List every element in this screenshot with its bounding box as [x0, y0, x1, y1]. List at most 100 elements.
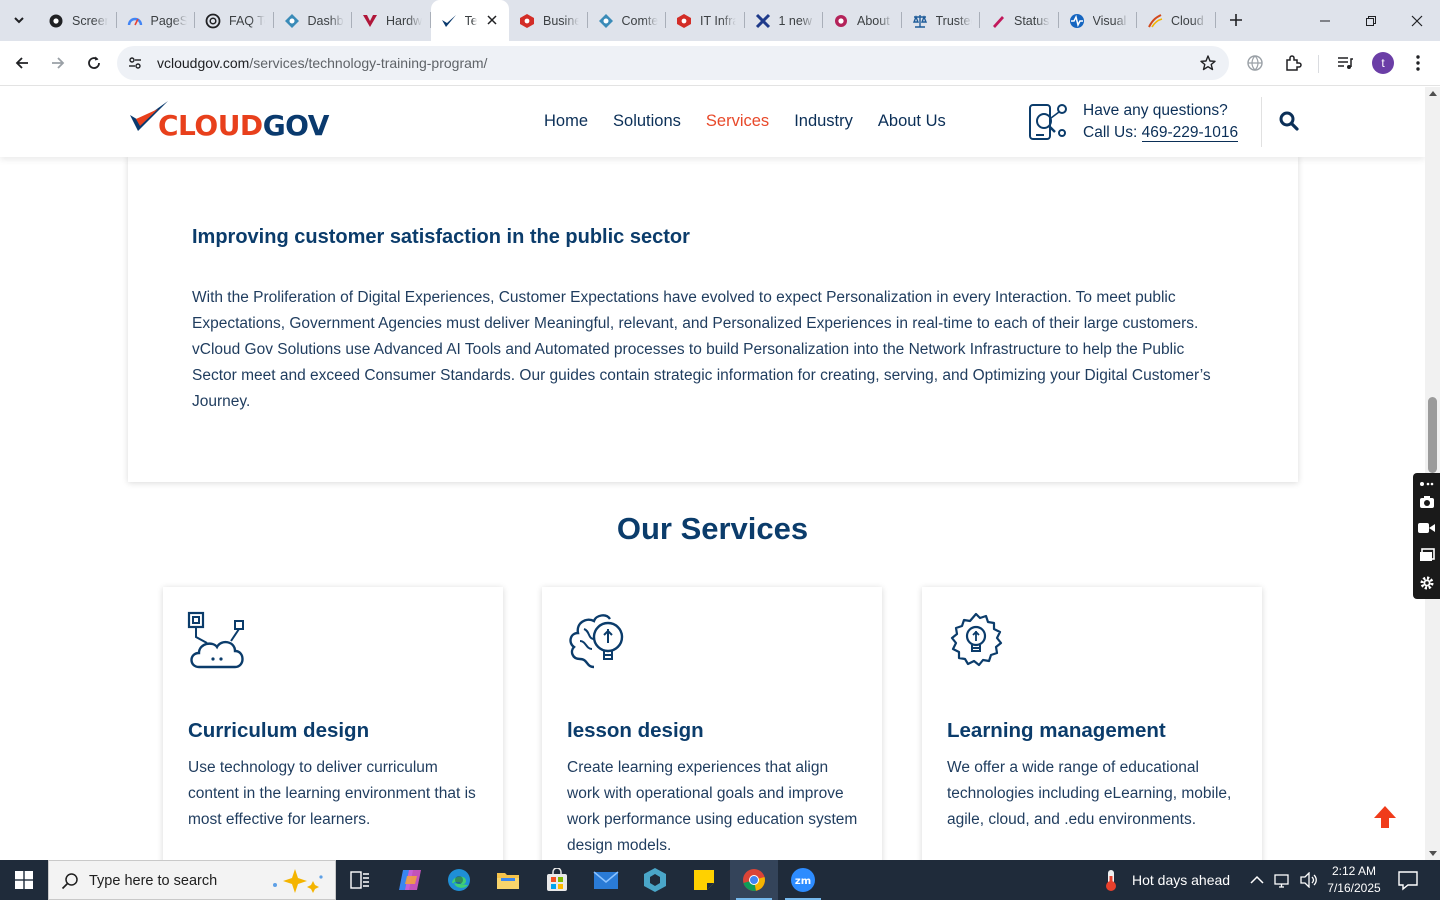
- browser-tab[interactable]: Cloud: [1137, 0, 1216, 41]
- tab-title: Business: [543, 13, 579, 28]
- service-title: lesson design: [567, 719, 704, 742]
- x-cross-icon: [755, 13, 771, 29]
- browser-tab[interactable]: Technology Training Program: [430, 0, 509, 41]
- taskbar-copilot[interactable]: [386, 860, 434, 900]
- scroll-up-arrow[interactable]: [1429, 91, 1437, 96]
- taskbar-store[interactable]: [533, 860, 581, 900]
- close-tab-icon[interactable]: [485, 13, 499, 27]
- url-domain: vcloudgov.com: [157, 55, 250, 71]
- network-icon[interactable]: [1274, 872, 1292, 888]
- browser-tab[interactable]: Visual: [1059, 0, 1137, 41]
- intro-card: Improving customer satisfaction in the p…: [128, 155, 1298, 482]
- windows-taskbar: Type here to search zm Hot days ahead 2:…: [0, 860, 1440, 900]
- translate-button[interactable]: [1244, 52, 1266, 74]
- brain-bulb-icon: [569, 614, 624, 669]
- taskbar-mail[interactable]: [582, 860, 630, 900]
- browser-menu-button[interactable]: [1407, 52, 1429, 74]
- clock-date: 7/16/2025: [1327, 881, 1381, 895]
- page-viewport[interactable]: CLOUDGOV Home Solutions Services Industry Ab…: [0, 87, 1425, 860]
- chevron-up-icon[interactable]: [1250, 875, 1264, 885]
- arrow-up-icon[interactable]: [1372, 804, 1398, 830]
- browser-tab[interactable]: Comtech: [588, 0, 666, 41]
- nav-link-about-us[interactable]: About Us: [878, 112, 946, 131]
- openai-icon: [205, 13, 221, 29]
- taskbar-clock[interactable]: 2:12 AM 7/16/2025: [1322, 863, 1386, 897]
- screenshot-button[interactable]: [1418, 493, 1435, 510]
- browser-tab[interactable]: Screencast: [38, 0, 117, 41]
- taskbar-file-explorer[interactable]: [484, 860, 532, 900]
- browser-tab[interactable]: PageSpeed: [117, 0, 195, 41]
- cloud-network-icon: [187, 611, 244, 669]
- profile-initial: t: [1381, 56, 1385, 70]
- forward-button[interactable]: [44, 49, 72, 77]
- taskbar-zoom[interactable]: zm: [779, 860, 827, 900]
- thermometer-icon: [1106, 870, 1116, 891]
- browser-tab[interactable]: About: [823, 0, 902, 41]
- browser-tab[interactable]: FAQ Tech: [195, 0, 274, 41]
- service-card-curriculum: Curriculum design Use technology to deli…: [163, 587, 503, 860]
- logo-text-gov: GOV: [262, 109, 330, 142]
- weather-text: Hot days ahead: [1132, 872, 1231, 888]
- restore-button[interactable]: [1348, 0, 1394, 41]
- tune-icon[interactable]: [127, 55, 143, 71]
- browser-tab-strip: Screencast PageSpeed FAQ Tech Dashboard Hard…: [0, 0, 1440, 41]
- taskbar-app-cube[interactable]: [631, 860, 679, 900]
- scrollbar-thumb[interactable]: [1428, 397, 1437, 473]
- browser-tab[interactable]: Dashboard: [274, 0, 352, 41]
- taskbar-sticky-notes[interactable]: [680, 860, 728, 900]
- minimize-icon: [1320, 20, 1330, 21]
- site-logo[interactable]: CLOUDGOV: [128, 99, 329, 143]
- minimize-button[interactable]: [1302, 0, 1348, 41]
- start-button[interactable]: [0, 860, 48, 900]
- record-video-button[interactable]: [1418, 519, 1435, 536]
- contact-phone-link[interactable]: 469-229-1016: [1141, 124, 1239, 142]
- logo-wordmark: CLOUDGOV: [158, 109, 329, 142]
- tab-title: Hardware: [386, 13, 422, 28]
- browser-tab[interactable]: Hardware: [352, 0, 431, 41]
- nav-link-services[interactable]: Services: [706, 112, 769, 131]
- vcloudgov-icon: [441, 13, 457, 29]
- taskbar-chrome[interactable]: [730, 860, 778, 900]
- back-button[interactable]: [8, 49, 36, 77]
- task-view-button[interactable]: [336, 860, 384, 900]
- close-window-button[interactable]: [1394, 0, 1440, 41]
- new-tab-button[interactable]: [1224, 8, 1248, 32]
- widget-settings-button[interactable]: [1418, 574, 1435, 591]
- zoom-icon: zm: [791, 868, 815, 892]
- nav-link-home[interactable]: Home: [544, 112, 588, 131]
- nav-link-industry[interactable]: Industry: [794, 112, 853, 131]
- arrow-left-icon: [15, 57, 28, 69]
- service-title: Learning management: [947, 719, 1166, 742]
- reload-button[interactable]: [80, 49, 108, 77]
- widget-menu-button[interactable]: [1418, 475, 1435, 492]
- address-bar[interactable]: vcloudgov.com/services/technology-traini…: [117, 46, 1229, 80]
- system-tray: [1250, 860, 1318, 900]
- site-header: CLOUDGOV Home Solutions Services Industry Ab…: [0, 87, 1425, 157]
- nav-link-solutions[interactable]: Solutions: [613, 112, 681, 131]
- browser-tab[interactable]: Trusted: [902, 0, 980, 41]
- more-horizontal-icon: [1419, 481, 1433, 486]
- browser-tab[interactable]: IT Infrastructure: [666, 0, 745, 41]
- notification-icon[interactable]: [1396, 868, 1420, 892]
- browser-tab[interactable]: Status: [980, 0, 1059, 41]
- dashboard-icon: [598, 13, 614, 29]
- browser-tab[interactable]: 1 new: [745, 0, 823, 41]
- taskbar-search-box[interactable]: Type here to search: [48, 860, 336, 900]
- taskbar-search-placeholder: Type here to search: [89, 873, 218, 889]
- store-bag-icon: [547, 868, 567, 891]
- search-icon[interactable]: [1279, 111, 1299, 131]
- star-icon[interactable]: [1199, 54, 1217, 72]
- scroll-down-arrow[interactable]: [1429, 851, 1437, 856]
- tab-search-button[interactable]: [6, 7, 32, 33]
- gallery-button[interactable]: [1418, 546, 1435, 563]
- profile-avatar[interactable]: t: [1372, 52, 1394, 74]
- volume-icon[interactable]: [1300, 872, 1318, 888]
- taskbar-edge[interactable]: [435, 860, 483, 900]
- arrow-right-icon: [52, 57, 65, 69]
- chevron-down-icon: [14, 17, 24, 24]
- browser-tab[interactable]: Business: [509, 0, 588, 41]
- weather-widget[interactable]: Hot days ahead: [1100, 860, 1230, 900]
- sparkle-icon: [273, 869, 323, 893]
- extensions-button[interactable]: [1282, 52, 1304, 74]
- media-control-button[interactable]: [1334, 52, 1356, 74]
